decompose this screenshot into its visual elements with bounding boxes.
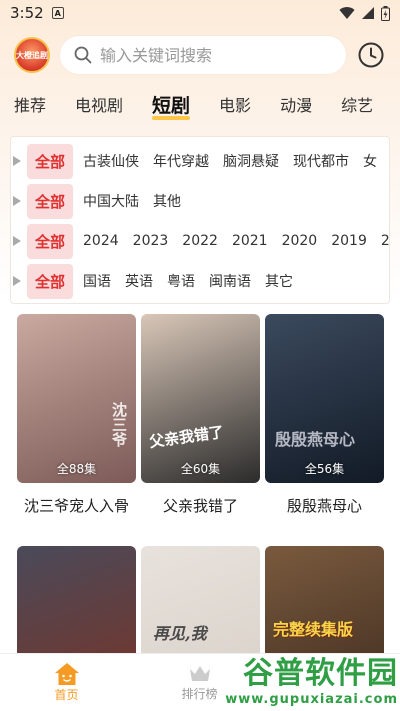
expand-arrow-icon[interactable] [13, 156, 21, 166]
status-bar: 3:52 A [0, 0, 400, 26]
filter-row-region: 全部 中国大陆 其他 [11, 181, 389, 221]
logo-text: 大橙追剧 [16, 50, 48, 60]
filter-all-region[interactable]: 全部 [27, 183, 74, 219]
top-header: 大橙追剧 [0, 26, 400, 84]
video-title[interactable]: 殷殷燕母心 [265, 495, 384, 516]
video-poster[interactable]: 沈三爷 全88集 [17, 314, 136, 483]
filter-row-year: 全部 2024 2023 2022 2021 2020 2019 201 [11, 221, 389, 261]
video-card[interactable]: 父亲我错了 全60集 父亲我错了 [141, 314, 260, 546]
filter-chip[interactable]: 其他 [153, 191, 181, 211]
battery-icon [381, 5, 390, 21]
tab-recommend[interactable]: 推荐 [14, 92, 46, 116]
filter-chip[interactable]: 2022 [182, 233, 218, 249]
category-tabs: 推荐 电视剧 短剧 电影 动漫 综艺 [0, 84, 400, 124]
expand-arrow-icon[interactable] [13, 236, 21, 246]
expand-arrow-icon[interactable] [13, 276, 21, 286]
video-title[interactable]: 沈三爷宠人入骨 [17, 495, 136, 516]
filter-chip[interactable]: 国语 [83, 271, 111, 291]
nav-home[interactable]: 首页 [0, 662, 133, 703]
tab-movie[interactable]: 电影 [219, 92, 251, 116]
history-button[interactable] [356, 40, 386, 70]
video-poster[interactable]: 殷殷燕母心 全56集 [265, 314, 384, 483]
filter-chip[interactable]: 闽南语 [209, 271, 251, 291]
notification-a-icon: A [51, 7, 64, 19]
filter-chip[interactable]: 女 [363, 151, 377, 171]
episode-count: 全56集 [304, 462, 345, 476]
video-card[interactable]: 殷殷燕母心 全56集 殷殷燕母心 [265, 314, 384, 546]
search-bar[interactable] [60, 36, 346, 74]
tab-short-drama[interactable]: 短剧 [152, 91, 191, 120]
filter-chip[interactable]: 2020 [282, 233, 318, 249]
app-root: 3:52 A 大橙追剧 输入关键词搜索 推荐 电视剧 短剧 电影 动漫 综艺 全… [0, 0, 400, 711]
crown-icon [189, 666, 210, 681]
filter-chip[interactable]: 古装仙侠 [83, 151, 139, 171]
status-right-icons [339, 5, 390, 21]
poster-art-text: 殷殷燕母心 [275, 430, 356, 449]
search-input[interactable] [100, 45, 332, 65]
nav-rank-label: 排行榜 [181, 687, 218, 701]
filter-all-genre[interactable]: 全部 [27, 143, 74, 179]
filter-chip[interactable]: 其它 [265, 271, 293, 291]
filter-chip[interactable]: 脑洞悬疑 [223, 151, 279, 171]
video-poster[interactable]: 父亲我错了 全60集 [141, 314, 260, 483]
watermark-title: 谷普软件园 [243, 656, 398, 691]
filter-all-language[interactable]: 全部 [27, 263, 74, 299]
poster-art-text: 沈三爷 [110, 402, 128, 447]
tab-variety[interactable]: 综艺 [341, 92, 373, 116]
filter-chip[interactable]: 现代都市 [293, 151, 349, 171]
filter-row-language: 全部 国语 英语 粤语 闽南语 其它 [11, 261, 389, 301]
poster-art-text: 完整续集版 [273, 620, 354, 639]
watermark-url: www.gupuxiazai.com [225, 692, 398, 707]
status-time: 3:52 [10, 4, 44, 22]
signal-icon [362, 7, 374, 19]
filter-chip[interactable]: 2021 [232, 233, 268, 249]
filter-chip[interactable]: 粤语 [167, 271, 195, 291]
video-card[interactable]: 沈三爷 全88集 沈三爷宠人入骨 [17, 314, 136, 546]
video-title[interactable]: 父亲我错了 [141, 495, 260, 516]
filter-row-genre: 全部 古装仙侠 年代穿越 脑洞悬疑 现代都市 女 [11, 141, 389, 181]
filter-all-year[interactable]: 全部 [27, 223, 74, 259]
tab-tv-series[interactable]: 电视剧 [75, 92, 123, 116]
watermark: 谷普软件园 www.gupuxiazai.com [225, 648, 398, 707]
filter-chip[interactable]: 年代穿越 [153, 151, 209, 171]
tab-anime[interactable]: 动漫 [280, 92, 312, 116]
expand-arrow-icon[interactable] [13, 196, 21, 206]
filter-chip[interactable]: 2023 [133, 233, 169, 249]
filter-chip[interactable]: 英语 [125, 271, 153, 291]
filter-chip[interactable]: 2024 [83, 233, 119, 249]
poster-art-text: 父亲我错了 [148, 422, 225, 452]
clock-icon [358, 42, 384, 68]
episode-count: 全88集 [56, 462, 97, 476]
home-icon [54, 663, 79, 685]
search-icon [74, 46, 92, 64]
episode-count: 全60集 [180, 462, 221, 476]
app-logo[interactable]: 大橙追剧 [14, 37, 50, 73]
filter-panel: 全部 古装仙侠 年代穿越 脑洞悬疑 现代都市 女 全部 中国大陆 其他 全部 2… [10, 136, 390, 304]
filter-chip[interactable]: 中国大陆 [83, 191, 139, 211]
nav-home-label: 首页 [54, 688, 79, 702]
filter-chip[interactable]: 2019 [331, 233, 367, 249]
wifi-icon [339, 7, 355, 20]
filter-chip[interactable]: 201 [381, 233, 389, 249]
poster-art-text: 再见,我 [153, 624, 207, 643]
